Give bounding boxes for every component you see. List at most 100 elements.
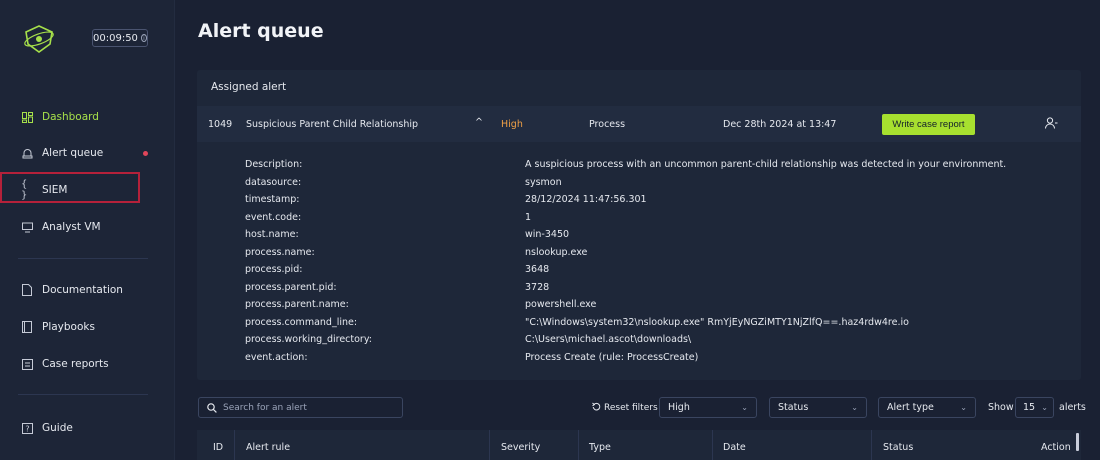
alerts-table-header: ID Alert rule Severity Type Date Status … xyxy=(197,430,1081,460)
detail-key: process.parent.name: xyxy=(245,299,349,310)
timer-value: 00:09:50 xyxy=(93,32,138,44)
sidebar-item-alert-queue[interactable]: Alert queue xyxy=(0,138,175,168)
column-header-action: Action xyxy=(1041,442,1071,453)
sidebar-item-playbooks[interactable]: Playbooks xyxy=(0,312,175,342)
sidebar-item-label: Alert queue xyxy=(42,147,104,159)
search-icon xyxy=(207,402,217,413)
sidebar-divider xyxy=(18,258,148,259)
status-select-value: Status xyxy=(778,402,809,413)
severity-select-value: High xyxy=(668,402,690,413)
chevron-down-icon: ⌄ xyxy=(851,403,858,412)
column-divider xyxy=(712,430,713,460)
detail-key: process.name: xyxy=(245,246,315,258)
chevron-down-icon: ⌄ xyxy=(1041,403,1048,412)
detail-key: process.pid: xyxy=(245,264,303,275)
notification-dot xyxy=(143,151,148,156)
page-size-select[interactable]: 15 ⌄ xyxy=(1015,397,1054,418)
column-header-type[interactable]: Type xyxy=(589,442,611,453)
column-header-status[interactable]: Status xyxy=(883,442,913,453)
detail-key: timestamp: xyxy=(245,194,300,205)
alert-type-select-value: Alert type xyxy=(887,402,934,413)
detail-key: process.command_line: xyxy=(245,316,358,328)
sidebar-item-dashboard[interactable]: Dashboard xyxy=(0,102,175,132)
monitor-icon xyxy=(21,221,33,233)
sidebar-item-label: Dashboard xyxy=(42,111,99,123)
session-timer: 00:09:50 i xyxy=(92,29,148,47)
alert-date: Dec 28th 2024 at 13:47 xyxy=(723,119,837,130)
sidebar-item-label: SIEM xyxy=(42,184,68,196)
sidebar-item-label: Guide xyxy=(42,422,73,434)
report-icon xyxy=(21,358,33,370)
table-scrollbar[interactable] xyxy=(1076,433,1079,451)
reset-filters-button[interactable]: Reset filters xyxy=(592,402,658,414)
column-header-severity[interactable]: Severity xyxy=(501,442,540,453)
chevron-down-icon: ⌄ xyxy=(960,403,967,412)
detail-key: process.working_directory: xyxy=(245,334,372,345)
detail-value: win-3450 xyxy=(525,229,570,240)
show-label: Show xyxy=(988,402,1014,413)
chevron-up-icon[interactable]: ^ xyxy=(475,117,483,128)
detail-key: host.name: xyxy=(245,229,299,240)
alerts-label: alerts xyxy=(1059,402,1086,413)
detail-key: Description: xyxy=(245,159,303,170)
column-divider xyxy=(578,430,579,460)
sidebar-item-guide[interactable]: ? Guide xyxy=(0,413,175,443)
sidebar-item-case-reports[interactable]: Case reports xyxy=(0,349,175,379)
assigned-alert-panel: Assigned alert 1049 Suspicious Parent Ch… xyxy=(197,70,1081,380)
sidebar-item-label: Documentation xyxy=(42,284,123,296)
alert-type-select[interactable]: Alert type ⌄ xyxy=(878,397,976,418)
detail-value: 28/12/2024 11:47:56.301 xyxy=(525,194,647,205)
detail-key: event.action: xyxy=(245,351,308,363)
reset-icon xyxy=(592,402,601,414)
detail-value: "C:\Windows\system32\nslookup.exe" RmYjE… xyxy=(525,316,909,328)
column-divider xyxy=(871,430,872,460)
detail-value: nslookup.exe xyxy=(525,246,588,258)
sidebar-item-label: Analyst VM xyxy=(42,221,101,233)
siem-icon: { } xyxy=(21,179,28,201)
detail-value: 3648 xyxy=(525,264,550,275)
sidebar-item-analyst-vm[interactable]: Analyst VM xyxy=(0,212,175,242)
sidebar-item-label: Playbooks xyxy=(42,321,95,333)
detail-value: A suspicious process with an uncommon pa… xyxy=(525,159,1007,170)
search-input[interactable] xyxy=(223,402,393,413)
detail-value: powershell.exe xyxy=(525,299,597,310)
alert-queue-icon xyxy=(21,147,33,159)
sidebar-item-documentation[interactable]: Documentation xyxy=(0,275,175,305)
unassign-user-icon[interactable] xyxy=(1045,117,1058,132)
column-divider xyxy=(489,430,490,460)
detail-key: event.code: xyxy=(245,211,302,223)
logo-icon xyxy=(24,25,54,53)
write-case-report-button[interactable]: Write case report xyxy=(882,114,975,135)
dashboard-icon xyxy=(21,111,33,123)
book-icon xyxy=(21,321,33,333)
assigned-alert-row[interactable]: 1049 Suspicious Parent Child Relationshi… xyxy=(197,106,1081,142)
severity-select[interactable]: High ⌄ xyxy=(659,397,757,418)
reset-filters-label: Reset filters xyxy=(604,403,658,413)
search-box[interactable] xyxy=(198,397,403,418)
column-header-date[interactable]: Date xyxy=(723,442,746,453)
panel-header: Assigned alert xyxy=(211,81,287,93)
detail-key: process.parent.pid: xyxy=(245,281,337,293)
detail-value: 3728 xyxy=(525,281,550,293)
alert-severity: High xyxy=(501,119,523,130)
detail-key: datasource: xyxy=(245,176,302,188)
column-header-alert-rule[interactable]: Alert rule xyxy=(246,442,290,453)
svg-text:?: ? xyxy=(25,424,29,433)
detail-value: sysmon xyxy=(525,176,562,188)
sidebar: 00:09:50 i Dashboard Alert queue { } SIE… xyxy=(0,0,175,460)
sidebar-item-label: Case reports xyxy=(42,358,109,370)
info-icon[interactable]: i xyxy=(140,34,147,42)
page-title: Alert queue xyxy=(198,20,324,42)
document-icon xyxy=(21,284,33,296)
alert-id: 1049 xyxy=(208,119,233,130)
page-size-value: 15 xyxy=(1023,402,1036,413)
sidebar-divider xyxy=(18,394,148,395)
column-header-id[interactable]: ID xyxy=(213,442,223,453)
sidebar-item-siem[interactable]: { } SIEM xyxy=(0,175,175,205)
detail-value: 1 xyxy=(525,211,532,223)
alert-type: Process xyxy=(589,119,626,130)
detail-value: Process Create (rule: ProcessCreate) xyxy=(525,351,699,363)
alert-rule: Suspicious Parent Child Relationship xyxy=(246,119,419,130)
status-select[interactable]: Status ⌄ xyxy=(769,397,867,418)
detail-value: C:\Users\michael.ascot\downloads\ xyxy=(525,334,692,345)
